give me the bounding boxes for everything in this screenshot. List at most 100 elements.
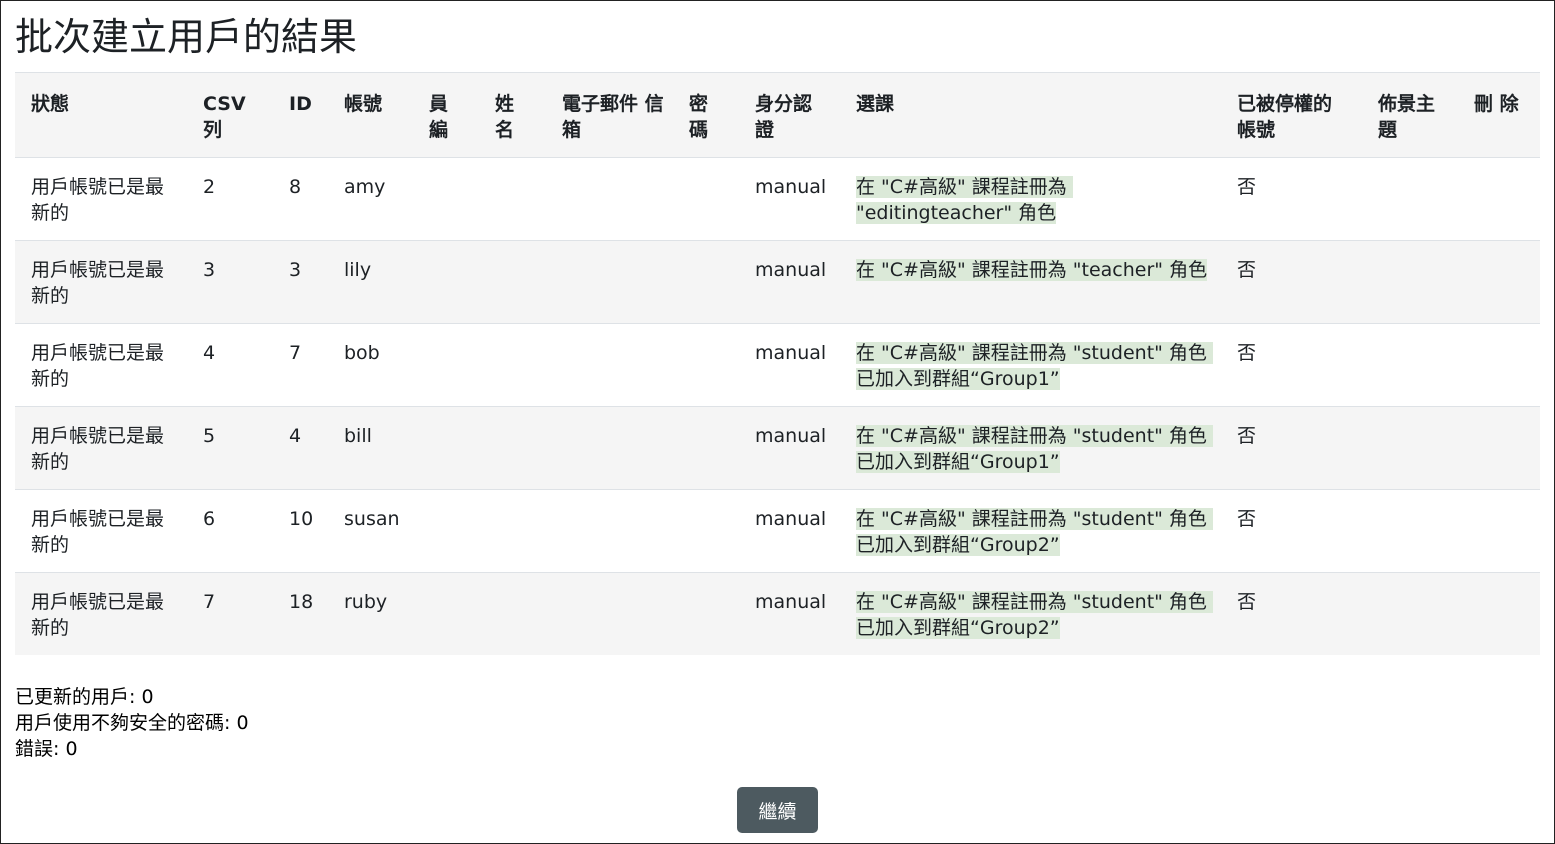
csv-line-cell: 2 xyxy=(187,157,273,241)
id-cell: 10 xyxy=(273,489,328,573)
suspended-cell: 否 xyxy=(1221,157,1362,241)
column-header-enrolments: 選課 xyxy=(840,72,1221,158)
column-header-id: ID xyxy=(273,72,328,158)
theme-cell xyxy=(1362,406,1458,490)
id-cell: 18 xyxy=(273,572,328,655)
table-row: 用戶帳號已是最新的 3 3 lily manual 在 "C#高級" 課程註冊為… xyxy=(15,240,1540,324)
enrolments-cell: 在 "C#高級" 課程註冊為 "editingteacher" 角色 xyxy=(840,157,1221,241)
password-cell xyxy=(673,157,739,241)
theme-cell xyxy=(1362,489,1458,573)
csv-line-cell: 5 xyxy=(187,406,273,490)
enrolment-info: 在 "C#高級" 課程註冊為 "teacher" 角色 xyxy=(856,259,1208,281)
errors-count: 錯誤: 0 xyxy=(15,738,78,760)
suspended-cell: 否 xyxy=(1221,489,1362,573)
delete-cell xyxy=(1458,406,1540,490)
username-cell: bill xyxy=(328,406,413,490)
username-cell: susan xyxy=(328,489,413,573)
column-header-delete: 刪 除 xyxy=(1458,72,1540,158)
updated-users-count: 已更新的用戶: 0 xyxy=(15,686,154,708)
delete-cell xyxy=(1458,323,1540,407)
fullname-cell xyxy=(479,157,546,241)
enrolment-info: 在 "C#高級" 課程註冊為 "student" 角色 已加入到群組“Group… xyxy=(856,508,1213,556)
enrolments-cell: 在 "C#高級" 課程註冊為 "teacher" 角色 xyxy=(840,240,1221,324)
status-cell: 用戶帳號已是最新的 xyxy=(15,406,187,490)
column-header-csv-line: CSV 列 xyxy=(187,72,273,158)
id-cell: 4 xyxy=(273,406,328,490)
idnumber-cell xyxy=(413,406,479,490)
column-header-auth: 身分認 證 xyxy=(739,72,840,158)
status-cell: 用戶帳號已是最新的 xyxy=(15,323,187,407)
username-cell: amy xyxy=(328,157,413,241)
auth-cell: manual xyxy=(739,157,840,241)
auth-cell: manual xyxy=(739,406,840,490)
status-cell: 用戶帳號已是最新的 xyxy=(15,240,187,324)
weak-passwords-count: 用戶使用不夠安全的密碼: 0 xyxy=(15,712,249,734)
column-header-theme: 佈景主 題 xyxy=(1362,72,1458,158)
enrolments-cell: 在 "C#高級" 課程註冊為 "student" 角色 已加入到群組“Group… xyxy=(840,323,1221,407)
email-cell xyxy=(546,489,673,573)
enrolments-cell: 在 "C#高級" 課程註冊為 "student" 角色 已加入到群組“Group… xyxy=(840,572,1221,655)
username-cell: lily xyxy=(328,240,413,324)
delete-cell xyxy=(1458,572,1540,655)
status-cell: 用戶帳號已是最新的 xyxy=(15,489,187,573)
continue-button[interactable]: 繼續 xyxy=(737,787,818,833)
column-header-fullname: 姓 名 xyxy=(479,72,546,158)
suspended-cell: 否 xyxy=(1221,323,1362,407)
csv-line-cell: 3 xyxy=(187,240,273,324)
table-row: 用戶帳號已是最新的 2 8 amy manual 在 "C#高級" 課程註冊為 … xyxy=(15,157,1540,241)
csv-line-cell: 7 xyxy=(187,572,273,655)
password-cell xyxy=(673,406,739,490)
enrolment-info: 在 "C#高級" 課程註冊為 "student" 角色 已加入到群組“Group… xyxy=(856,591,1213,639)
enrolment-info: 在 "C#高級" 課程註冊為 "editingteacher" 角色 xyxy=(856,176,1073,224)
email-cell xyxy=(546,572,673,655)
status-cell: 用戶帳號已是最新的 xyxy=(15,157,187,241)
username-cell: bob xyxy=(328,323,413,407)
idnumber-cell xyxy=(413,323,479,407)
page-frame: 批次建立用戶的結果 狀態 CSV 列 ID 帳號 員 編 姓 名 電子郵件 信箱… xyxy=(0,0,1555,844)
idnumber-cell xyxy=(413,240,479,324)
idnumber-cell xyxy=(413,572,479,655)
email-cell xyxy=(546,406,673,490)
username-cell: ruby xyxy=(328,572,413,655)
upload-summary: 已更新的用戶: 0 用戶使用不夠安全的密碼: 0 錯誤: 0 xyxy=(15,684,249,762)
column-header-username: 帳號 xyxy=(328,72,413,158)
auth-cell: manual xyxy=(739,323,840,407)
theme-cell xyxy=(1362,323,1458,407)
email-cell xyxy=(546,240,673,324)
page-title: 批次建立用戶的結果 xyxy=(15,15,358,59)
password-cell xyxy=(673,240,739,324)
suspended-cell: 否 xyxy=(1221,240,1362,324)
fullname-cell xyxy=(479,406,546,490)
id-cell: 7 xyxy=(273,323,328,407)
theme-cell xyxy=(1362,240,1458,324)
suspended-cell: 否 xyxy=(1221,406,1362,490)
table-row: 用戶帳號已是最新的 5 4 bill manual 在 "C#高級" 課程註冊為… xyxy=(15,406,1540,490)
upload-results-table: 狀態 CSV 列 ID 帳號 員 編 姓 名 電子郵件 信箱 密 碼 身分認 證… xyxy=(15,72,1540,655)
fullname-cell xyxy=(479,489,546,573)
auth-cell: manual xyxy=(739,489,840,573)
idnumber-cell xyxy=(413,489,479,573)
id-cell: 3 xyxy=(273,240,328,324)
suspended-cell: 否 xyxy=(1221,572,1362,655)
fullname-cell xyxy=(479,323,546,407)
delete-cell xyxy=(1458,489,1540,573)
auth-cell: manual xyxy=(739,572,840,655)
fullname-cell xyxy=(479,572,546,655)
enrolments-cell: 在 "C#高級" 課程註冊為 "student" 角色 已加入到群組“Group… xyxy=(840,406,1221,490)
idnumber-cell xyxy=(413,157,479,241)
enrolments-cell: 在 "C#高級" 課程註冊為 "student" 角色 已加入到群組“Group… xyxy=(840,489,1221,573)
email-cell xyxy=(546,323,673,407)
password-cell xyxy=(673,572,739,655)
fullname-cell xyxy=(479,240,546,324)
enrolment-info: 在 "C#高級" 課程註冊為 "student" 角色 已加入到群組“Group… xyxy=(856,425,1213,473)
table-row: 用戶帳號已是最新的 4 7 bob manual 在 "C#高級" 課程註冊為 … xyxy=(15,323,1540,407)
table-row: 用戶帳號已是最新的 7 18 ruby manual 在 "C#高級" 課程註冊… xyxy=(15,572,1540,655)
status-cell: 用戶帳號已是最新的 xyxy=(15,572,187,655)
csv-line-cell: 4 xyxy=(187,323,273,407)
delete-cell xyxy=(1458,157,1540,241)
password-cell xyxy=(673,489,739,573)
column-header-password: 密 碼 xyxy=(673,72,739,158)
column-header-idnumber: 員 編 xyxy=(413,72,479,158)
theme-cell xyxy=(1362,157,1458,241)
id-cell: 8 xyxy=(273,157,328,241)
